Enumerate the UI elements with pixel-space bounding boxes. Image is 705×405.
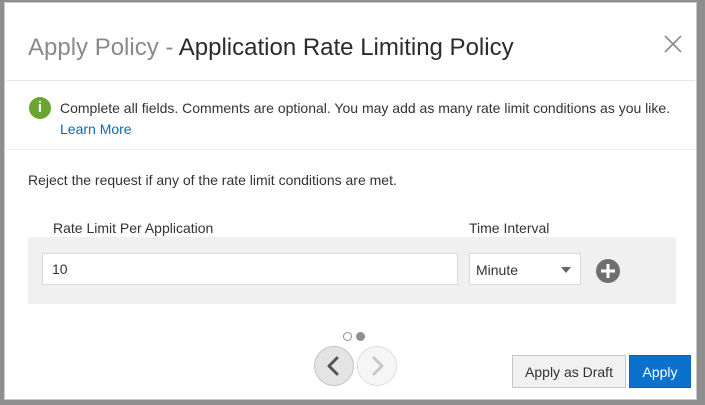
learn-more-link[interactable]: Learn More <box>60 121 132 137</box>
info-divider <box>6 149 695 150</box>
page-indicator-dot-2-active <box>356 332 365 341</box>
rate-limit-column-header: Rate Limit Per Application <box>53 220 214 236</box>
next-page-button[interactable] <box>357 346 397 386</box>
apply-policy-dialog: Apply Policy - Application Rate Limiting… <box>4 2 697 400</box>
info-icon: i <box>29 97 51 119</box>
dialog-title-separator: - <box>158 34 179 61</box>
dialog-title: Apply Policy - Application Rate Limiting… <box>28 34 514 62</box>
chevron-right-icon <box>372 356 384 376</box>
previous-page-button[interactable] <box>314 346 354 386</box>
dialog-title-prefix: Apply Policy <box>28 34 159 61</box>
apply-button[interactable]: Apply <box>629 355 691 388</box>
page-indicator-dot-1 <box>343 332 352 341</box>
chevron-left-icon <box>327 356 339 376</box>
header-divider <box>6 80 695 81</box>
close-icon <box>664 35 682 53</box>
instruction-text: Reject the request if any of the rate li… <box>28 172 397 188</box>
apply-as-draft-button[interactable]: Apply as Draft <box>512 355 626 388</box>
close-button[interactable] <box>662 33 684 55</box>
time-interval-select[interactable]: Minute <box>469 253 581 285</box>
rate-limit-input[interactable] <box>42 253 458 285</box>
add-condition-button[interactable] <box>596 259 620 283</box>
plus-circle-icon <box>601 264 615 278</box>
chevron-down-icon <box>561 267 571 273</box>
dialog-title-policy: Application Rate Limiting Policy <box>178 34 514 61</box>
info-message: Complete all fields. Comments are option… <box>60 100 671 116</box>
time-interval-value: Minute <box>476 262 519 278</box>
time-interval-column-header: Time Interval <box>469 220 550 236</box>
